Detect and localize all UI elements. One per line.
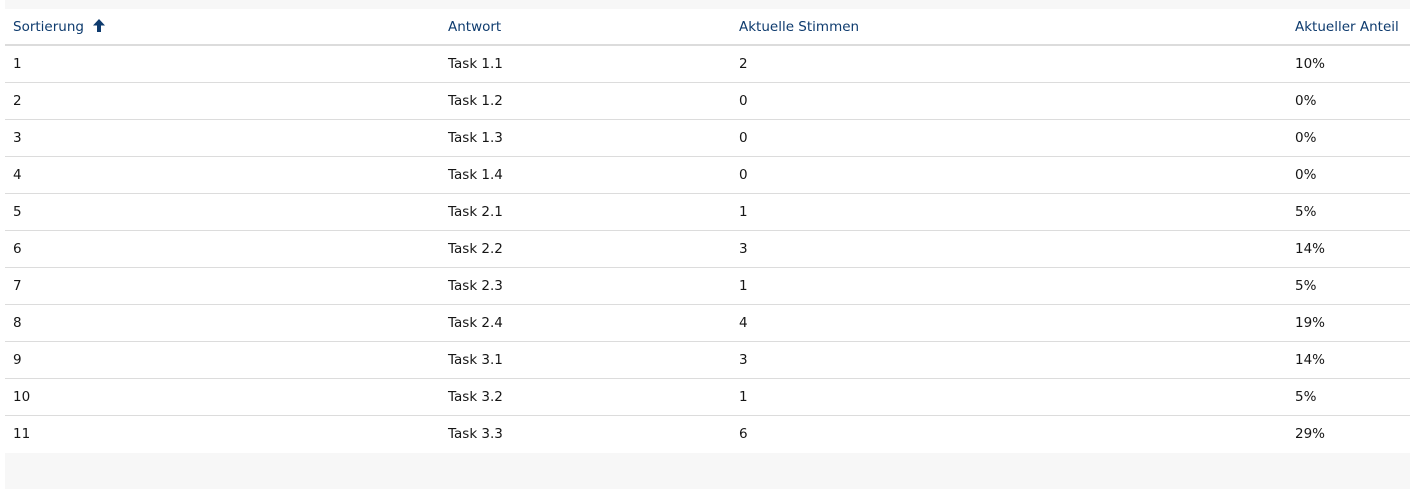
- table-row: 3 Task 1.3 0 0%: [5, 119, 1410, 157]
- cell-stimmen: 4: [731, 304, 1287, 342]
- column-header-antwort[interactable]: Antwort: [440, 9, 731, 46]
- column-header-label[interactable]: Antwort: [448, 19, 501, 35]
- cell-antwort: Task 2.2: [440, 230, 731, 268]
- cell-sortierung: 2: [5, 82, 440, 120]
- cell-stimmen: 1: [731, 267, 1287, 305]
- cell-antwort: Task 1.4: [440, 156, 731, 194]
- cell-sortierung: 6: [5, 230, 440, 268]
- cell-stimmen: 1: [731, 193, 1287, 231]
- table-header-row: Sortierung Antwort Aktuelle Stimmen Aktu…: [5, 9, 1410, 46]
- cell-stimmen: 0: [731, 82, 1287, 120]
- cell-antwort: Task 2.1: [440, 193, 731, 231]
- cell-sortierung: 8: [5, 304, 440, 342]
- cell-antwort: Task 1.3: [440, 119, 731, 157]
- cell-anteil: 14%: [1287, 230, 1410, 268]
- cell-stimmen: 0: [731, 119, 1287, 157]
- cell-sortierung: 10: [5, 378, 440, 416]
- column-header-sortierung[interactable]: Sortierung: [5, 9, 440, 46]
- column-header-aktuelle-stimmen[interactable]: Aktuelle Stimmen: [731, 9, 1287, 46]
- cell-anteil: 29%: [1295, 426, 1326, 442]
- results-table: Sortierung Antwort Aktuelle Stimmen Aktu…: [5, 9, 1410, 452]
- table-row: 9 Task 3.1 3 14%: [5, 341, 1410, 379]
- cell-stimmen: 0: [731, 156, 1287, 194]
- column-header-aktueller-anteil[interactable]: Aktueller Anteil: [1287, 9, 1410, 46]
- table-body: 1 Task 1.1 2 10% 2 Task 1.2 0 0% 3 Task 1.3 0 0% 4 Ta…: [5, 45, 1410, 452]
- cell-antwort: Task 2.4: [440, 304, 731, 342]
- table-row: 8 Task 2.4 4 19%: [5, 304, 1410, 342]
- cell-sortierung: 5: [5, 193, 440, 231]
- table-row: 5 Task 2.1 1 5%: [5, 193, 1410, 231]
- cell-antwort: Task 1.2: [440, 82, 731, 120]
- cell-anteil: 5%: [1287, 193, 1410, 231]
- table-row: 1 Task 1.1 2 10%: [5, 45, 1410, 83]
- cell-antwort: Task 1.1: [440, 45, 731, 83]
- cell-sortierung: 1: [5, 45, 440, 83]
- cell-stimmen: 2: [731, 45, 1287, 83]
- cell-sortierung: 3: [5, 119, 440, 157]
- cell-stimmen: 3: [731, 341, 1287, 379]
- cell-anteil: 19%: [1287, 304, 1410, 342]
- table-row: 10 Task 3.2 1 5%: [5, 378, 1410, 416]
- panel-top-strip: [5, 0, 1410, 9]
- table-row: 6 Task 2.2 3 14%: [5, 230, 1410, 268]
- cell-antwort: Task 2.3: [440, 267, 731, 305]
- cell-anteil: 0%: [1287, 82, 1410, 120]
- table-row: 2 Task 1.2 0 0%: [5, 82, 1410, 120]
- cell-sortierung: 7: [5, 267, 440, 305]
- cell-anteil: 14%: [1287, 341, 1410, 379]
- column-header-label[interactable]: Aktuelle Stimmen: [739, 19, 859, 35]
- cell-anteil: 0%: [1287, 119, 1410, 157]
- cell-antwort: Task 3.2: [440, 378, 731, 416]
- cell-antwort: Task 3.1: [440, 341, 731, 379]
- column-header-label[interactable]: Sortierung: [13, 19, 84, 35]
- cell-sortierung: 11: [13, 426, 31, 442]
- table-row: 7 Task 2.3 1 5%: [5, 267, 1410, 305]
- cell-sortierung: 4: [5, 156, 440, 194]
- cell-stimmen: 6: [739, 426, 748, 442]
- cell-anteil: 10%: [1287, 45, 1410, 83]
- cell-anteil: 5%: [1287, 267, 1410, 305]
- cell-anteil: 0%: [1287, 156, 1410, 194]
- arrow-up-icon[interactable]: [93, 18, 106, 32]
- column-header-label[interactable]: Aktueller Anteil: [1295, 19, 1399, 35]
- table-row: 11 Task 3.3 6 29%: [5, 416, 1410, 453]
- cell-sortierung: 9: [5, 341, 440, 379]
- cell-stimmen: 3: [731, 230, 1287, 268]
- panel-bottom-strip: [5, 453, 1410, 489]
- results-panel: Sortierung Antwort Aktuelle Stimmen Aktu…: [0, 0, 1410, 489]
- table-row: 4 Task 1.4 0 0%: [5, 156, 1410, 194]
- cell-anteil: 5%: [1287, 378, 1410, 416]
- cell-antwort: Task 3.3: [448, 426, 503, 442]
- cell-stimmen: 1: [731, 378, 1287, 416]
